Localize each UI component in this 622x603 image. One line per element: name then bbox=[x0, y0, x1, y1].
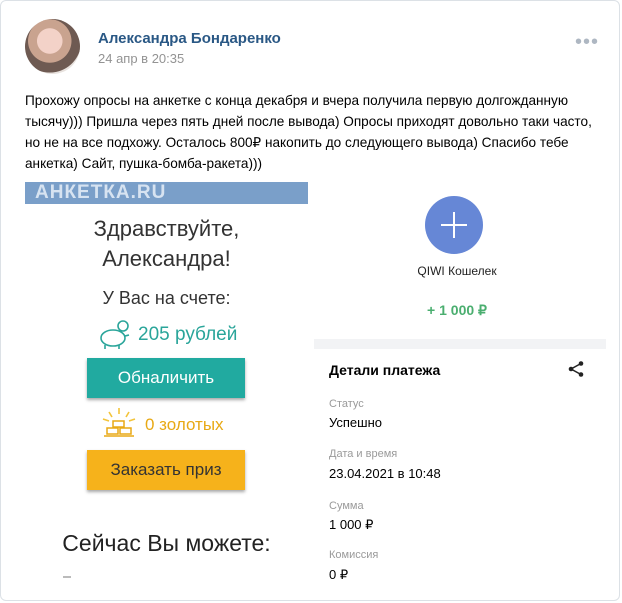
post-image[interactable]: АНКЕТКА.RU Здравствуйте, Александра! У В… bbox=[25, 182, 606, 600]
account-label: У Вас на счете: bbox=[102, 288, 231, 308]
right-screenshot: QIWI Кошелек + 1 000 ₽ Детали платежа Ст… bbox=[308, 182, 606, 600]
payment-amount: + 1 000 ₽ bbox=[427, 302, 487, 318]
site-header: АНКЕТКА.RU bbox=[25, 182, 308, 204]
fee-value: 0 ₽ bbox=[329, 567, 349, 582]
post-date[interactable]: 24 апр в 20:35 bbox=[98, 51, 184, 66]
datetime-value: 23.04.2021 в 10:48 bbox=[329, 466, 441, 481]
site-logo: АНКЕТКА.RU bbox=[35, 182, 167, 203]
author-name[interactable]: Александра Бондаренко bbox=[98, 30, 281, 47]
status-value: Успешно bbox=[329, 415, 382, 430]
status-label: Статус bbox=[329, 398, 364, 410]
avatar[interactable] bbox=[25, 19, 80, 74]
datetime-label: Дата и время bbox=[329, 448, 398, 460]
can-do-heading: Сейчас Вы можете: bbox=[62, 530, 271, 556]
post-text: Прохожу опросы на анкетке с конца декабр… bbox=[25, 93, 592, 171]
plus-icon bbox=[425, 196, 483, 254]
list-bullet bbox=[63, 576, 71, 578]
sum-label: Сумма bbox=[329, 500, 364, 512]
rubles-balance: 205 рублей bbox=[138, 324, 238, 345]
wallet-name: QIWI Кошелек bbox=[417, 264, 497, 278]
withdraw-button[interactable]: Обналичить bbox=[87, 358, 245, 398]
order-prize-button[interactable]: Заказать приз bbox=[87, 450, 245, 490]
post-card: Александра Бондаренко 24 апр в 20:35 •••… bbox=[0, 0, 620, 601]
details-title: Детали платежа bbox=[329, 362, 441, 378]
gold-bars-icon bbox=[102, 408, 136, 437]
section-divider bbox=[314, 339, 606, 349]
left-screenshot: АНКЕТКА.RU Здравствуйте, Александра! У В… bbox=[25, 182, 309, 600]
more-icon[interactable]: ••• bbox=[575, 31, 599, 54]
fee-label: Комиссия bbox=[329, 549, 379, 561]
share-icon bbox=[568, 361, 584, 377]
greeting: Здравствуйте, Александра! bbox=[93, 216, 240, 271]
gold-balance: 0 золотых bbox=[145, 415, 224, 434]
piggy-bank-icon bbox=[100, 320, 130, 349]
sum-value: 1 000 ₽ bbox=[329, 517, 374, 532]
